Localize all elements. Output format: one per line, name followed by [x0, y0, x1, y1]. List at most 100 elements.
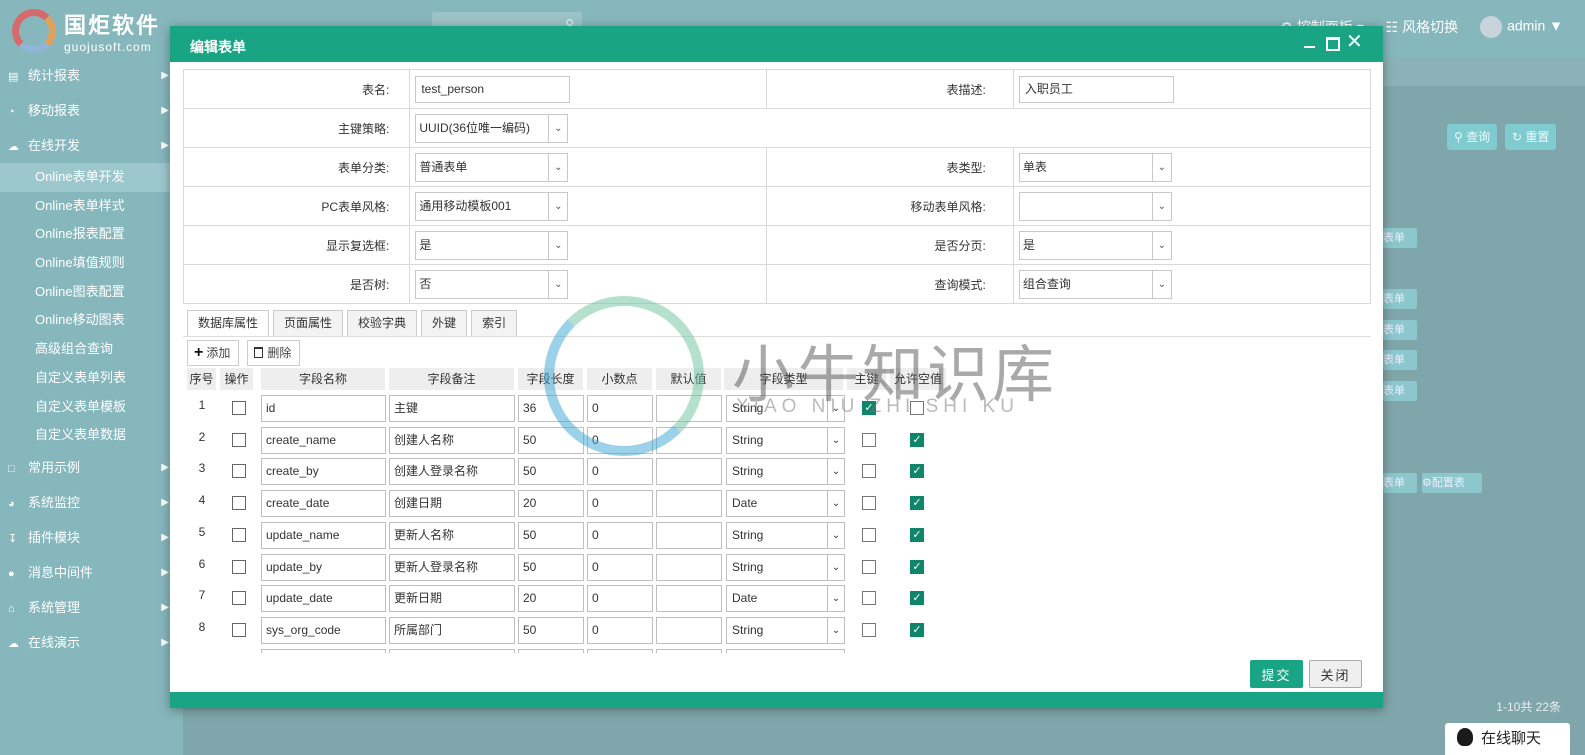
field-decimal-input[interactable]: 0: [587, 458, 653, 486]
query-mode-select[interactable]: 组合查询 ⌄: [1018, 269, 1172, 299]
sidebar-sub-item[interactable]: Online填值规则: [0, 249, 183, 278]
field-name-input[interactable]: [261, 648, 386, 653]
row-action-chip[interactable]: 表单: [1383, 350, 1417, 370]
tab-2[interactable]: 校验字典: [347, 310, 418, 336]
primary-key-checkbox[interactable]: [862, 559, 876, 574]
sidebar-group-groups_after1[interactable]: ◕ 系统监控 ▶: [0, 485, 183, 520]
field-decimal-input[interactable]: 0: [587, 395, 653, 422]
sidebar-sub-item[interactable]: Online表单样式: [0, 192, 183, 221]
sidebar-group-groups_after2[interactable]: ↧ 插件模块 ▶: [0, 520, 183, 555]
close-button[interactable]: 关闭: [1309, 660, 1362, 688]
pc-style-select[interactable]: 通用移动模板001 ⌄: [415, 191, 569, 221]
close-icon[interactable]: ✕: [1346, 32, 1363, 52]
minimize-icon[interactable]: [1302, 35, 1318, 51]
field-decimal-input[interactable]: [587, 648, 653, 653]
field-name-input[interactable]: id: [261, 395, 386, 422]
nullable-checkbox[interactable]: ✓: [910, 464, 924, 479]
sidebar-sub-item[interactable]: 高级组合查询: [0, 335, 183, 364]
nullable-checkbox[interactable]: ✓: [910, 622, 924, 637]
nullable-checkbox[interactable]: [910, 401, 924, 415]
pk-strategy-select[interactable]: UUID(36位唯一编码) ⌄: [415, 113, 569, 143]
field-comment-input[interactable]: 更新人名称: [389, 521, 515, 549]
nullable-checkbox[interactable]: ✓: [910, 432, 924, 447]
row-select-checkbox[interactable]: [232, 464, 246, 479]
sidebar-group-groups_before0[interactable]: ▤ 统计报表 ▶: [0, 58, 183, 93]
sidebar-sub-item[interactable]: 自定义表单模板: [0, 393, 183, 422]
form-category-select[interactable]: 普通表单 ⌄: [415, 152, 569, 182]
mobile-style-select[interactable]: ⌄: [1018, 191, 1172, 221]
field-default-input[interactable]: [656, 585, 722, 613]
field-comment-input[interactable]: 更新人登录名称: [389, 553, 515, 581]
style-switch-link[interactable]: ☷ 风格切换: [1386, 17, 1458, 37]
nullable-checkbox[interactable]: ✓: [910, 527, 924, 542]
field-decimal-input[interactable]: 0: [587, 585, 653, 613]
sidebar-sub-item[interactable]: 自定义表单数据: [0, 421, 183, 450]
field-name-input[interactable]: create_date: [261, 490, 386, 518]
field-name-input[interactable]: update_name: [261, 521, 386, 549]
field-type-select[interactable]: String ⌄: [726, 553, 845, 581]
sidebar-sub-item[interactable]: Online报表配置: [0, 220, 183, 249]
sidebar-group-groups_before1[interactable]: ◔ 移动报表 ▶: [0, 93, 183, 128]
field-comment-input[interactable]: 主键: [389, 395, 515, 422]
field-name-input[interactable]: sys_org_code: [261, 616, 386, 644]
field-default-input[interactable]: [656, 648, 722, 653]
field-default-input[interactable]: [656, 616, 722, 644]
row-select-checkbox[interactable]: [232, 591, 246, 606]
primary-key-checkbox[interactable]: ✓: [862, 401, 876, 415]
sidebar-group-groups_after0[interactable]: □ 常用示例 ▶: [0, 450, 183, 485]
primary-key-checkbox[interactable]: [862, 527, 876, 542]
field-name-input[interactable]: create_name: [261, 426, 386, 454]
primary-key-checkbox[interactable]: [862, 622, 876, 637]
row-action-chip[interactable]: 表单: [1383, 473, 1417, 493]
is-tree-select[interactable]: 否 ⌄: [415, 269, 569, 299]
field-length-input[interactable]: 36: [518, 395, 584, 422]
row-select-checkbox[interactable]: [232, 432, 246, 447]
tab-0[interactable]: 数据库属性: [187, 310, 270, 336]
nullable-checkbox[interactable]: ✓: [910, 496, 924, 511]
field-type-select[interactable]: Date ⌄: [726, 490, 845, 518]
delete-field-button[interactable]: 删除: [247, 340, 301, 366]
field-name-input[interactable]: update_date: [261, 585, 386, 613]
field-length-input[interactable]: 50: [518, 426, 584, 454]
nullable-checkbox[interactable]: ✓: [910, 559, 924, 574]
query-button[interactable]: ⚲ 查询: [1447, 124, 1498, 150]
reset-button[interactable]: ↻ 重置: [1505, 124, 1557, 150]
row-select-checkbox[interactable]: [232, 622, 246, 637]
table-type-select[interactable]: 单表 ⌄: [1018, 152, 1172, 182]
primary-key-checkbox[interactable]: [862, 496, 876, 511]
field-type-select[interactable]: [726, 648, 845, 653]
sidebar-sub-item[interactable]: Online移动图表: [0, 306, 183, 335]
field-decimal-input[interactable]: 0: [587, 616, 653, 644]
field-name-input[interactable]: update_by: [261, 553, 386, 581]
field-decimal-input[interactable]: 0: [587, 521, 653, 549]
field-type-select[interactable]: String ⌄: [726, 616, 845, 644]
row-action-chip[interactable]: 表单: [1383, 289, 1417, 309]
sidebar-group-groups_after5[interactable]: ☁ 在线演示 ▶: [0, 625, 183, 660]
row-action-chip[interactable]: 表单: [1383, 228, 1417, 248]
sidebar-group-groups_after4[interactable]: ⌂ 系统管理 ▶: [0, 590, 183, 625]
field-length-input[interactable]: [518, 648, 584, 653]
row-action-chip[interactable]: 表单: [1383, 381, 1417, 401]
field-length-input[interactable]: 50: [518, 521, 584, 549]
table-name-input[interactable]: test_person: [415, 75, 571, 103]
field-decimal-input[interactable]: 0: [587, 426, 653, 454]
add-field-button[interactable]: + 添加: [187, 340, 240, 366]
sidebar-sub-item[interactable]: 自定义表单列表: [0, 364, 183, 393]
brand-logo[interactable]: 国炬软件 guojusoft.com: [12, 8, 160, 54]
field-decimal-input[interactable]: 0: [587, 490, 653, 518]
paging-select[interactable]: 是 ⌄: [1018, 230, 1172, 260]
primary-key-checkbox[interactable]: [862, 591, 876, 606]
sidebar-group-groups_after3[interactable]: ● 消息中间件 ▶: [0, 555, 183, 590]
row-action-chip[interactable]: 表单: [1383, 320, 1417, 340]
submit-button[interactable]: 提交: [1250, 660, 1303, 688]
row-select-checkbox[interactable]: [232, 496, 246, 511]
row-select-checkbox[interactable]: [232, 401, 246, 415]
field-default-input[interactable]: [656, 490, 722, 518]
field-length-input[interactable]: 50: [518, 616, 584, 644]
field-type-select[interactable]: String ⌄: [726, 521, 845, 549]
tab-4[interactable]: 索引: [471, 310, 518, 336]
field-length-input[interactable]: 50: [518, 458, 584, 486]
user-menu[interactable]: admin ▼: [1480, 16, 1563, 38]
field-comment-input[interactable]: 更新日期: [389, 585, 515, 613]
sidebar-group-groups_before2[interactable]: ☁ 在线开发 ▶: [0, 128, 183, 163]
